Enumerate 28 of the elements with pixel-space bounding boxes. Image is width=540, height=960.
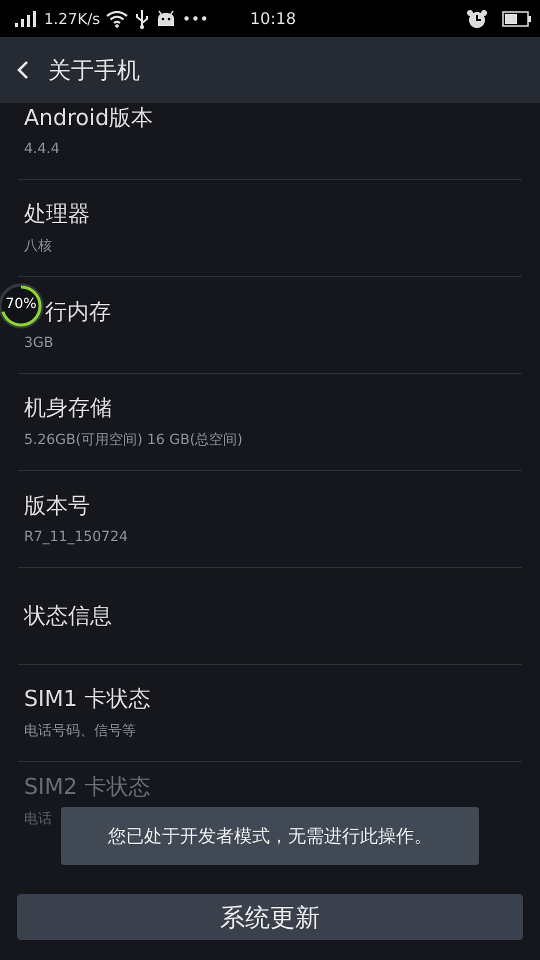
setting-value: 电话号码、信号等 bbox=[24, 722, 136, 740]
memory-percent: 70% bbox=[4, 296, 38, 312]
network-speed: 1.27K/s bbox=[44, 10, 100, 28]
memory-usage-widget[interactable]: 70% bbox=[0, 282, 45, 330]
android-icon bbox=[156, 10, 176, 28]
more-notifications: ••• bbox=[182, 10, 209, 28]
setting-title[interactable]: 机身存储 bbox=[24, 393, 112, 423]
setting-title[interactable]: 版本号 bbox=[24, 491, 90, 521]
setting-title[interactable]: SIM1 卡状态 bbox=[24, 684, 150, 714]
setting-value: 4.4.4 bbox=[24, 141, 60, 157]
battery-icon bbox=[502, 10, 532, 28]
setting-title[interactable]: Android版本 bbox=[24, 103, 154, 133]
usb-icon bbox=[134, 8, 150, 28]
setting-value: R7_11_150724 bbox=[24, 529, 128, 545]
setting-value: 5.26GB(可用空间) 16 GB(总空间) bbox=[24, 431, 243, 449]
signal-icon bbox=[14, 10, 38, 28]
setting-value: 3GB bbox=[24, 335, 54, 351]
setting-title[interactable]: 状态信息 bbox=[24, 601, 112, 631]
system-update-button[interactable]: 系统更新 bbox=[17, 894, 523, 940]
toast-message: 您已处于开发者模式，无需进行此操作。 bbox=[61, 807, 479, 865]
page-title: 关于手机 bbox=[48, 56, 140, 86]
alarm-clock-icon bbox=[466, 8, 488, 28]
clock: 10:18 bbox=[250, 9, 296, 28]
setting-value: 八核 bbox=[24, 237, 52, 255]
setting-title[interactable]: 行内存 bbox=[45, 297, 111, 327]
wifi-icon bbox=[106, 10, 128, 28]
setting-title[interactable]: 处理器 bbox=[24, 199, 90, 229]
setting-value: 电话 bbox=[24, 810, 52, 828]
